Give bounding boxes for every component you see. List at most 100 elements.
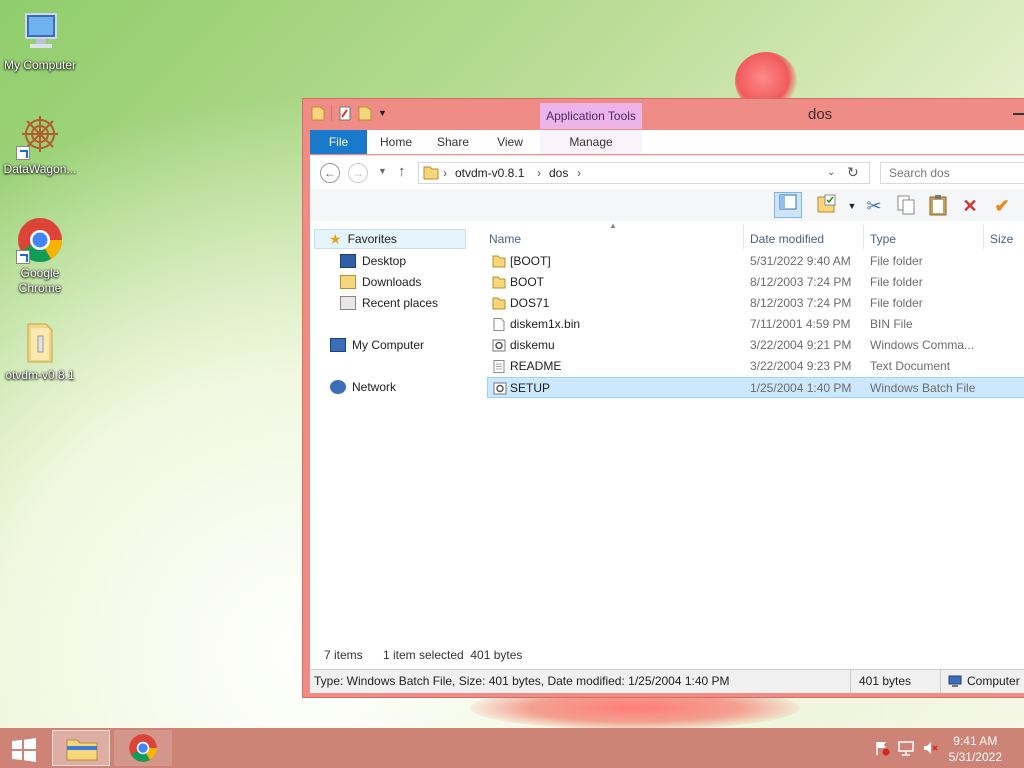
- nav-item-label: Recent places: [362, 296, 439, 310]
- taskbar-file-explorer[interactable]: [52, 730, 110, 766]
- tab-view[interactable]: View: [482, 130, 538, 154]
- star-icon: ★: [329, 231, 342, 247]
- divider: [940, 670, 941, 693]
- nav-item-downloads[interactable]: Downloads: [340, 272, 421, 292]
- folder-icon: [492, 255, 506, 268]
- file-type: File folder: [870, 254, 923, 268]
- column-separator[interactable]: [983, 225, 984, 249]
- nav-item-desktop[interactable]: Desktop: [340, 251, 406, 271]
- file-date: 3/22/2004 9:23 PM: [750, 359, 852, 373]
- file-row[interactable]: diskemu 3/22/2004 9:21 PM Windows Comma.…: [487, 335, 1024, 356]
- file-list: ▲ Name Date modified Type Size [BOOT] 5/…: [483, 221, 1024, 669]
- tab-manage[interactable]: Manage: [540, 130, 642, 154]
- back-button[interactable]: ←: [320, 163, 340, 183]
- nav-item-recent-places[interactable]: Recent places: [340, 293, 438, 313]
- file-type: File folder: [870, 296, 923, 310]
- file-row[interactable]: BOOT 8/12/2003 7:24 PM File folder: [487, 272, 1024, 293]
- tab-share[interactable]: Share: [426, 130, 480, 154]
- file-type: BIN File: [870, 317, 913, 331]
- application-tools-header: Application Tools: [540, 103, 642, 129]
- file-name: BOOT: [510, 275, 545, 289]
- file-row[interactable]: DOS71 8/12/2003 7:24 PM File folder: [487, 293, 1024, 314]
- up-arrow-icon[interactable]: ↑: [398, 163, 406, 180]
- chevron-down-icon[interactable]: ▼: [840, 194, 864, 218]
- breadcrumb-dos[interactable]: dos: [549, 166, 568, 180]
- nav-item-network[interactable]: Network: [330, 377, 396, 397]
- file-row[interactable]: README 3/22/2004 9:23 PM Text Document: [487, 356, 1024, 377]
- new-folder-icon[interactable]: [358, 105, 372, 121]
- clock-date: 5/31/2022: [948, 750, 1002, 764]
- network-status-icon[interactable]: [898, 740, 914, 756]
- column-header-type[interactable]: Type: [870, 227, 896, 251]
- column-header-name[interactable]: Name: [489, 227, 521, 251]
- tab-file[interactable]: File: [310, 130, 367, 154]
- address-dropdown-icon[interactable]: ⌄: [827, 167, 835, 178]
- file-row-selected[interactable]: SETUP 1/25/2004 1:40 PM Windows Batch Fi…: [487, 377, 1024, 398]
- file-name: [BOOT]: [510, 254, 551, 268]
- desktop-icon-datawagon[interactable]: DataWagon...: [0, 112, 80, 177]
- breadcrumb-otvdm[interactable]: otvdm-v0.8.1: [455, 166, 524, 180]
- nav-item-label: Downloads: [362, 275, 422, 289]
- chevron-down-icon[interactable]: ▼: [378, 108, 387, 118]
- minimize-button[interactable]: [1013, 113, 1024, 115]
- breadcrumb-separator-icon: ›: [443, 166, 447, 180]
- computer-icon: [330, 338, 346, 352]
- search-input[interactable]: Search dos: [880, 162, 1024, 184]
- file-date: 5/31/2022 9:40 AM: [750, 254, 851, 268]
- file-date: 7/11/2001 4:59 PM: [750, 317, 851, 331]
- folder-icon: [423, 166, 439, 180]
- forward-button[interactable]: →: [348, 163, 368, 183]
- preview-pane-button[interactable]: [774, 192, 802, 218]
- title-bar[interactable]: ▼ Application Tools dos: [303, 99, 1024, 129]
- datawagon-icon: [16, 112, 64, 160]
- column-header-size[interactable]: Size: [990, 227, 1013, 251]
- column-separator[interactable]: [743, 225, 744, 249]
- chrome-icon: [16, 216, 64, 264]
- file-row[interactable]: [BOOT] 5/31/2022 9:40 AM File folder: [487, 251, 1024, 272]
- column-separator[interactable]: [863, 225, 864, 249]
- properties-icon[interactable]: [338, 105, 352, 121]
- explorer-window[interactable]: ▼ Application Tools dos File Home Share …: [302, 98, 1024, 698]
- desktop-icon-my-computer[interactable]: My Computer: [0, 8, 80, 73]
- select-icon[interactable]: [816, 194, 840, 218]
- nav-item-favorites[interactable]: ★ Favorites: [314, 229, 466, 249]
- file-date: 3/22/2004 9:21 PM: [750, 338, 852, 352]
- window-title: dos: [808, 106, 833, 123]
- system-tray: [872, 728, 942, 768]
- file-date: 8/12/2003 7:24 PM: [750, 296, 852, 310]
- file-row[interactable]: diskem1x.bin 7/11/2001 4:59 PM BIN File: [487, 314, 1024, 335]
- nav-item-label: Favorites: [347, 232, 397, 246]
- delete-icon[interactable]: ✕: [958, 194, 982, 218]
- action-center-flag-icon[interactable]: [874, 740, 890, 756]
- nav-item-label: Desktop: [362, 254, 407, 268]
- copy-icon[interactable]: [894, 194, 918, 218]
- desktop-icon-label: otvdm-v0.8.1: [5, 368, 75, 382]
- volume-muted-icon[interactable]: [922, 740, 938, 756]
- file-name: DOS71: [510, 296, 550, 310]
- desktop-icon-chrome[interactable]: Google Chrome: [0, 216, 80, 296]
- column-header-date[interactable]: Date modified: [750, 227, 824, 251]
- taskbar: 9:41 AM 5/31/2022: [0, 728, 1024, 768]
- file-name: SETUP: [510, 381, 551, 395]
- computer-icon: [948, 675, 962, 687]
- content-area: ★ Favorites Desktop Downloads Recent pla…: [310, 221, 1024, 669]
- address-input[interactable]: › otvdm-v0.8.1 › dos › ⌄ ↻: [418, 162, 870, 184]
- rename-checkmark-icon[interactable]: ✔: [990, 194, 1014, 218]
- windows-logo-icon: [12, 738, 36, 762]
- cut-icon[interactable]: ✂: [862, 194, 886, 218]
- recent-locations-chevron-icon[interactable]: ▼: [378, 166, 387, 176]
- file-explorer-icon: [66, 739, 98, 761]
- desktop-icon-otvdm[interactable]: otvdm-v0.8.1: [0, 318, 80, 383]
- taskbar-chrome[interactable]: [114, 730, 172, 766]
- paste-icon[interactable]: [926, 194, 950, 218]
- tab-home[interactable]: Home: [368, 130, 424, 154]
- refresh-icon[interactable]: ↻: [847, 164, 859, 181]
- nav-item-my-computer[interactable]: My Computer: [330, 335, 424, 355]
- file-date: 1/25/2004 1:40 PM: [750, 381, 852, 395]
- breadcrumb-separator-icon: ›: [577, 166, 581, 180]
- folder-icon: [311, 106, 325, 121]
- file-name: diskem1x.bin: [510, 317, 581, 331]
- system-clock[interactable]: 9:41 AM 5/31/2022: [949, 733, 1002, 765]
- divider: [850, 670, 851, 693]
- start-button[interactable]: [0, 730, 50, 766]
